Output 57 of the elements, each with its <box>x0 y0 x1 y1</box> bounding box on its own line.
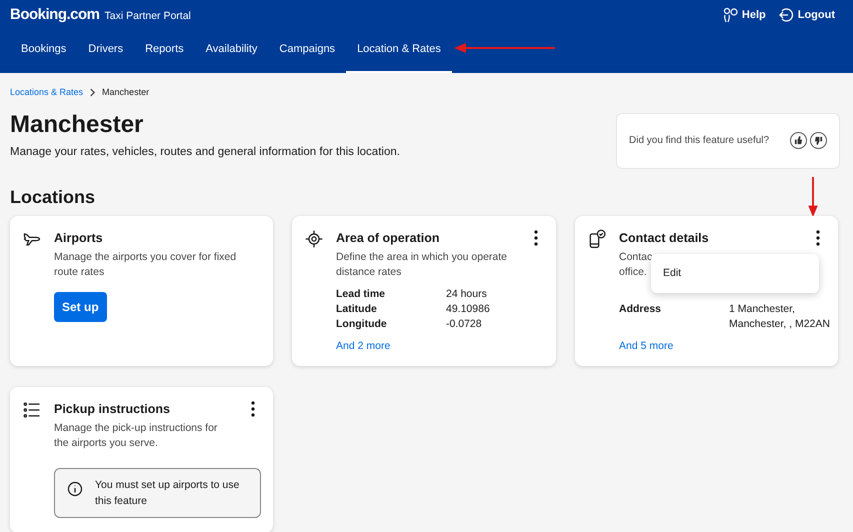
help-person-icon <box>722 7 738 23</box>
annotation-arrow <box>807 176 819 216</box>
card-title: Pickup instructions <box>54 401 170 418</box>
thumbs-down-button[interactable] <box>810 132 827 149</box>
card-description: Manage the pick-up instructions for <box>54 421 218 436</box>
nav-tab[interactable]: Bookings <box>10 26 78 73</box>
card-title: Airports <box>54 230 103 247</box>
card-description: route rates <box>54 264 104 280</box>
page-subtitle: Manage your rates, vehicles, routes and general information for this location. <box>10 144 400 160</box>
nav-tab[interactable]: Campaigns <box>268 26 346 73</box>
card-description: the airports you serve. <box>54 436 158 452</box>
card-title: Contact details <box>619 230 709 246</box>
nav-tab[interactable]: Drivers <box>77 26 134 73</box>
feedback-question: Did you find this feature useful? <box>629 134 770 148</box>
logout-icon <box>778 7 794 23</box>
logout-button[interactable]: Logout <box>778 6 835 24</box>
more-link[interactable]: And 2 more <box>336 338 390 354</box>
phone-check-icon <box>587 228 607 248</box>
page-title: Manchester <box>10 110 144 140</box>
detail-value: -0.0728 <box>446 316 482 332</box>
nav-tab[interactable]: Availability <box>194 26 268 73</box>
breadcrumb-current: Manchester <box>102 86 150 99</box>
set-up-button[interactable]: Set up <box>54 292 107 322</box>
vertical-dots-icon <box>251 401 255 418</box>
vertical-dots-icon <box>816 230 820 246</box>
section-title: Locations <box>10 186 96 208</box>
vertical-dots-icon <box>534 230 538 246</box>
detail-value: 1 Manchester, <box>729 302 795 316</box>
detail-label: Longitude <box>336 316 387 332</box>
detail-value: 49.10986 <box>446 302 490 316</box>
detail-label: Lead time <box>336 286 386 302</box>
thumbs-up-icon <box>794 136 803 145</box>
more-link[interactable]: And 5 more <box>619 338 674 354</box>
detail-value: 24 hours <box>446 286 487 302</box>
logo: Booking.com <box>10 4 100 25</box>
detail-label: Address <box>619 302 662 316</box>
card-description: Contac <box>619 250 652 264</box>
card-description: Manage the airports you cover for fixed <box>54 250 236 264</box>
thumbs-down-icon <box>814 136 823 145</box>
nav-tab[interactable]: Location & Rates <box>346 26 452 73</box>
card-description: Define the area in which you operate <box>336 250 508 264</box>
info-icon <box>67 481 83 498</box>
notice-text: You must set up airports to use this feature <box>95 478 240 510</box>
help-button[interactable]: Help <box>722 6 766 24</box>
breadcrumb-link[interactable]: Locations & Rates <box>10 86 84 100</box>
detail-label: Latitude <box>336 302 377 316</box>
card-description: office. <box>619 264 647 280</box>
list-icon <box>22 400 42 420</box>
chevron-right-icon <box>88 88 98 98</box>
target-icon <box>304 228 324 248</box>
nav-tab[interactable]: Reports <box>134 26 195 73</box>
detail-value: Manchester, , M22AN <box>729 316 830 332</box>
thumbs-up-button[interactable] <box>790 132 807 149</box>
product-name: Taxi Partner Portal <box>104 8 191 24</box>
card-title: Area of operation <box>336 230 440 247</box>
menu-item[interactable]: Edit <box>651 262 819 286</box>
card-description: distance rates <box>336 264 402 280</box>
